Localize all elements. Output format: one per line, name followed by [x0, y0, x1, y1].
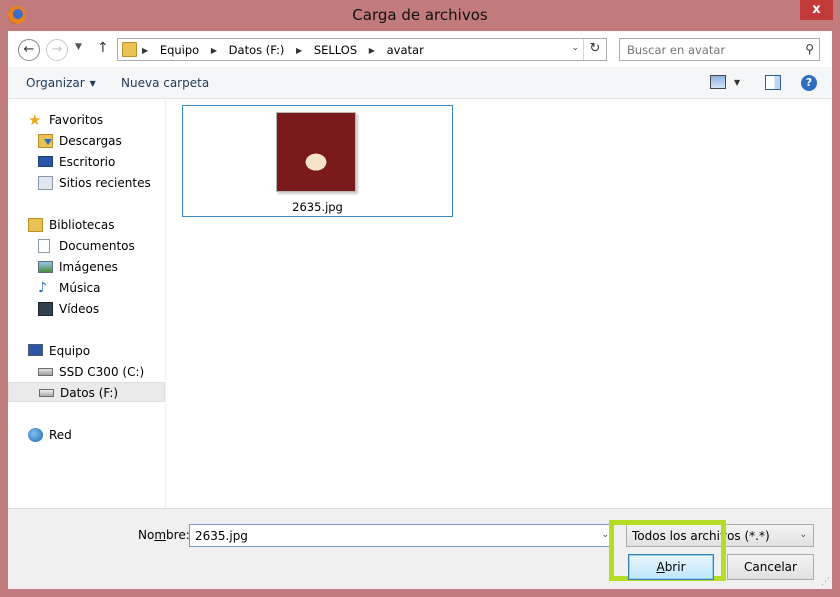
- filename-combobox: ⌄: [189, 524, 614, 547]
- documents-icon: [38, 239, 50, 253]
- computer-icon: [28, 344, 43, 356]
- open-label: brir: [664, 560, 686, 574]
- organize-label: Organizar: [26, 76, 85, 90]
- sidebar-item-label: Equipo: [49, 344, 91, 358]
- sidebar-item-label: Favoritos: [49, 113, 104, 127]
- caret-down-icon: ▼: [89, 79, 96, 88]
- image-thumbnail: [276, 112, 356, 192]
- breadcrumb-separator-icon[interactable]: ▶: [296, 46, 302, 55]
- sidebar-item-bibliotecas[interactable]: Bibliotecas: [8, 215, 165, 235]
- address-bar[interactable]: ▶ Equipo ▶ Datos (F:) ▶ SELLOS ▶ avatar …: [117, 38, 607, 61]
- sidebar-item-equipo[interactable]: Equipo: [8, 341, 165, 361]
- window-title: Carga de archivos: [352, 6, 488, 24]
- sidebar-item-label: Red: [49, 428, 72, 442]
- downloads-folder-icon: [38, 134, 53, 148]
- pictures-icon: [38, 261, 53, 273]
- dialog-client-area: ← → ▼ ↑ ▶ Equipo ▶ Datos (F:) ▶ SELLOS ▶…: [8, 31, 832, 589]
- sidebar-item-label: Descargas: [59, 134, 122, 148]
- file-name: 2635.jpg: [292, 200, 343, 214]
- breadcrumb: ▶ Equipo ▶ Datos (F:) ▶ SELLOS ▶ avatar: [142, 43, 424, 57]
- sidebar-item-label: Sitios recientes: [59, 176, 151, 190]
- recent-locations-icon[interactable]: ▼: [75, 42, 82, 52]
- change-view-icon[interactable]: [710, 75, 726, 89]
- search-box: ⚲: [619, 38, 820, 61]
- title-bar[interactable]: Carga de archivos x: [0, 0, 840, 31]
- sidebar-item-sitios-recientes[interactable]: Sitios recientes: [8, 173, 165, 193]
- drive-icon: [38, 368, 53, 376]
- filename-input[interactable]: [190, 525, 590, 546]
- open-accesskey: A: [656, 560, 665, 574]
- network-icon: [28, 428, 43, 442]
- chevron-down-icon[interactable]: ⌄: [571, 43, 579, 53]
- cancel-button[interactable]: Cancelar: [727, 554, 814, 580]
- sidebar-item-label: Bibliotecas: [49, 218, 115, 232]
- filename-label-part: No: [138, 528, 155, 542]
- recent-places-icon: [38, 176, 53, 190]
- view-options-caret-icon[interactable]: ▼: [734, 78, 740, 87]
- file-upload-dialog: Carga de archivos x ← → ▼ ↑ ▶ Equipo ▶ D…: [0, 0, 840, 597]
- breadcrumb-sellos[interactable]: SELLOS: [314, 43, 357, 57]
- breadcrumb-separator-icon[interactable]: ▶: [211, 46, 217, 55]
- videos-icon: [38, 302, 53, 316]
- new-folder-button[interactable]: Nueva carpeta: [121, 76, 209, 90]
- sidebar-item-label: Escritorio: [59, 155, 116, 169]
- filename-label-part: bre:: [166, 528, 190, 542]
- file-list[interactable]: 2635.jpg: [167, 100, 832, 508]
- sidebar-item-ssd-c300[interactable]: SSD C300 (C:): [8, 362, 165, 382]
- sidebar-item-favoritos[interactable]: ★ Favoritos: [8, 110, 165, 130]
- sidebar-item-red[interactable]: Red: [8, 425, 165, 445]
- back-button[interactable]: ←: [18, 39, 40, 61]
- resize-grip-icon[interactable]: ⋰: [821, 577, 830, 587]
- organize-button[interactable]: Organizar ▼: [26, 76, 96, 90]
- file-item[interactable]: 2635.jpg: [182, 105, 453, 217]
- refresh-icon[interactable]: ↻: [583, 39, 606, 60]
- sidebar-item-label: Vídeos: [59, 302, 100, 316]
- filename-label: Nombre:: [138, 528, 190, 542]
- dialog-footer: Nombre: ⌄ Todos los archivos (*.*) ⌄ Abr…: [8, 508, 832, 589]
- sidebar-item-label: Música: [59, 281, 101, 295]
- breadcrumb-avatar[interactable]: avatar: [387, 43, 424, 57]
- sidebar-item-imagenes[interactable]: Imágenes: [8, 257, 165, 277]
- breadcrumb-datos[interactable]: Datos (F:): [229, 43, 285, 57]
- navigation-bar: ← → ▼ ↑ ▶ Equipo ▶ Datos (F:) ▶ SELLOS ▶…: [8, 31, 832, 67]
- navigation-pane: ★ Favoritos Descargas Escritorio Sitios …: [8, 100, 166, 508]
- preview-pane-icon[interactable]: [765, 75, 781, 90]
- command-toolbar: Organizar ▼ Nueva carpeta ▼ ?: [8, 67, 832, 99]
- desktop-icon: [38, 156, 53, 167]
- help-icon[interactable]: ?: [801, 75, 817, 91]
- sidebar-item-videos[interactable]: Vídeos: [8, 299, 165, 319]
- folder-icon: [122, 42, 137, 57]
- sidebar-item-documentos[interactable]: Documentos: [8, 236, 165, 256]
- sidebar-item-label: Imágenes: [59, 260, 118, 274]
- sidebar-item-descargas[interactable]: Descargas: [8, 131, 165, 151]
- filename-label-accesskey: m: [154, 528, 167, 542]
- chevron-down-icon: ⌄: [799, 530, 807, 540]
- star-icon: ★: [28, 111, 42, 129]
- music-icon: ♪: [38, 280, 47, 296]
- close-button[interactable]: x: [800, 0, 833, 20]
- sidebar-item-label: Documentos: [59, 239, 135, 253]
- breadcrumb-equipo[interactable]: Equipo: [160, 43, 199, 57]
- libraries-icon: [28, 218, 43, 232]
- sidebar-item-label: Datos (F:): [60, 386, 119, 400]
- sidebar-item-datos-f[interactable]: Datos (F:): [8, 382, 165, 402]
- chevron-down-icon[interactable]: ⌄: [601, 530, 609, 540]
- breadcrumb-separator-icon[interactable]: ▶: [369, 46, 375, 55]
- search-icon[interactable]: ⚲: [805, 42, 814, 56]
- sidebar-item-escritorio[interactable]: Escritorio: [8, 152, 165, 172]
- breadcrumb-separator-icon[interactable]: ▶: [142, 46, 148, 55]
- search-input[interactable]: [620, 39, 795, 60]
- forward-button[interactable]: →: [46, 39, 68, 61]
- sidebar-item-musica[interactable]: ♪ Música: [8, 278, 165, 298]
- sidebar-item-label: SSD C300 (C:): [59, 365, 145, 379]
- open-button[interactable]: Abrir: [628, 554, 714, 580]
- up-arrow-icon[interactable]: ↑: [97, 40, 109, 56]
- usb-drive-icon: [39, 389, 54, 397]
